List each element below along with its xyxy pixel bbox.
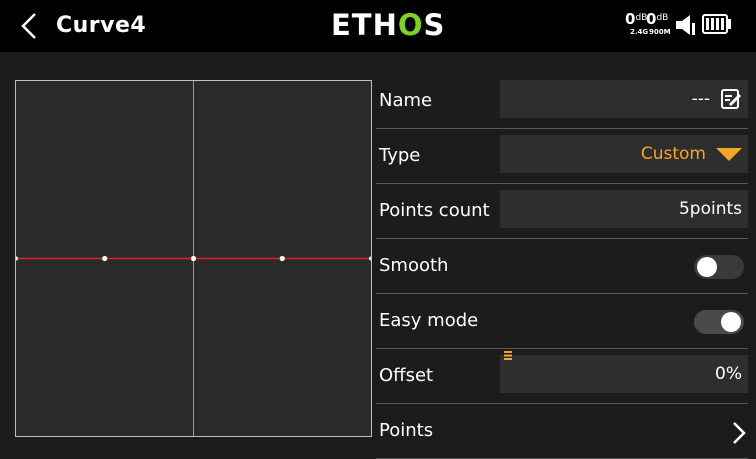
row-points[interactable]: Points: [376, 404, 748, 459]
easy-mode-toggle[interactable]: [694, 310, 744, 334]
row-type: Type Custom: [376, 129, 748, 184]
smooth-toggle[interactable]: [694, 255, 744, 279]
points-count-field[interactable]: 5points: [500, 190, 748, 228]
offset-value: 0%: [715, 364, 742, 384]
rssi-900m-band: 900M: [649, 28, 671, 36]
curve-point[interactable]: [279, 255, 285, 262]
name-field[interactable]: ---: [500, 80, 748, 118]
rssi-900m-value: 0dB: [646, 10, 669, 28]
points-count-label: Points count: [379, 200, 490, 221]
ethos-logo: ETHOS: [331, 8, 446, 42]
row-smooth: Smooth: [376, 239, 748, 294]
top-bar: Curve4 ETHOS 0dB 2.4G 0dB 900M: [0, 0, 756, 52]
points-label: Points: [379, 420, 434, 441]
curve-point[interactable]: [190, 255, 197, 262]
name-value: ---: [691, 89, 710, 109]
name-label: Name: [379, 90, 433, 111]
battery-tip: [728, 19, 731, 29]
page-title: Curve4: [56, 13, 147, 38]
type-value: Custom: [640, 144, 706, 164]
curve-svg: [16, 81, 371, 436]
speaker-icon[interactable]: [674, 13, 696, 37]
offset-field[interactable]: 0%: [500, 355, 748, 393]
chevron-right-icon[interactable]: [732, 421, 746, 445]
curve-point[interactable]: [369, 256, 371, 261]
toggle-knob: [697, 257, 717, 277]
triangle-down-icon: [716, 147, 742, 161]
easy-mode-label: Easy mode: [379, 310, 479, 331]
points-count-value: 5points: [678, 199, 742, 219]
menu-lines-icon: [504, 351, 512, 360]
row-name: Name ---: [376, 74, 748, 129]
chevron-left-icon: [21, 13, 36, 39]
toggle-knob: [721, 312, 741, 332]
battery-icon: [702, 14, 728, 34]
row-offset: Offset 0%: [376, 349, 748, 404]
type-label: Type: [379, 145, 421, 166]
type-select[interactable]: Custom: [500, 135, 748, 173]
offset-label: Offset: [379, 365, 434, 386]
curve-graph[interactable]: [15, 80, 372, 437]
smooth-label: Smooth: [379, 255, 449, 276]
curve-point[interactable]: [16, 256, 18, 261]
rssi-24g-value: 0dB: [625, 10, 648, 28]
curve-point[interactable]: [102, 255, 108, 262]
back-button[interactable]: [14, 10, 44, 42]
edit-icon: [720, 88, 742, 110]
row-points-count: Points count 5points: [376, 184, 748, 239]
row-easy-mode: Easy mode: [376, 294, 748, 349]
rssi-24g-band: 2.4G: [630, 28, 649, 36]
